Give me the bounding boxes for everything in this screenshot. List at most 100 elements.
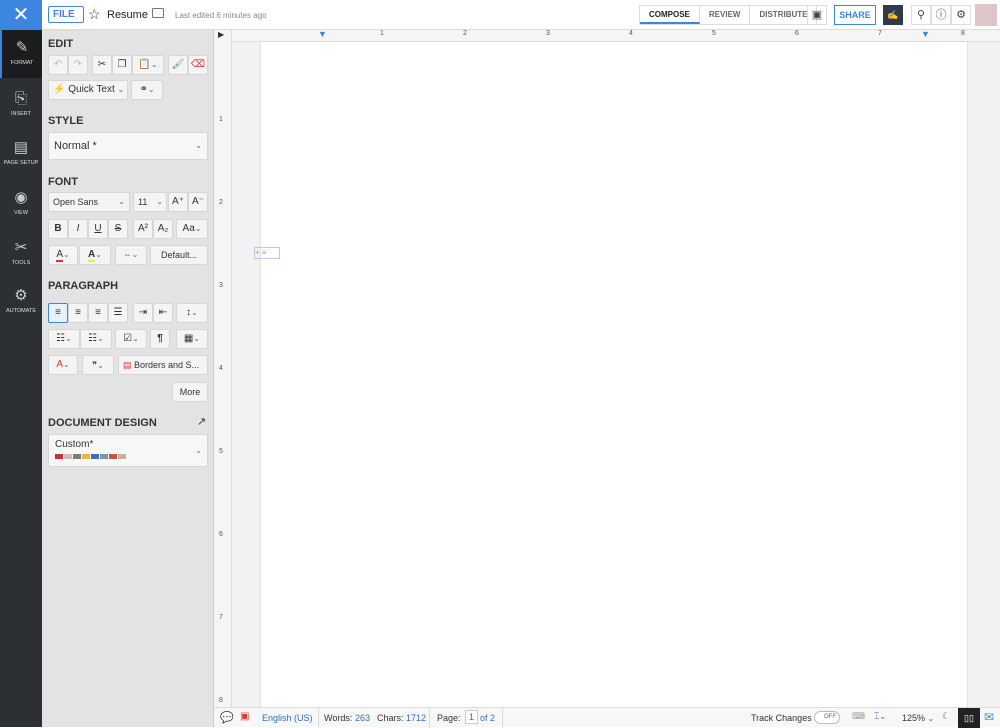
find-user-icon[interactable]: ⚲ — [911, 5, 931, 25]
horizontal-ruler[interactable]: ▼ ▼ 1 2 3 4 5 6 7 8 — [232, 29, 1000, 42]
style-select[interactable]: Normal * ⌄ — [48, 132, 208, 160]
style-heading: STYLE — [48, 115, 84, 127]
redo-button[interactable]: ↷ — [68, 55, 88, 75]
change-case-button[interactable]: Aa⌄ — [176, 219, 208, 239]
mode-tabs: COMPOSE REVIEW DISTRIBUTE — [639, 5, 818, 25]
file-menu-button[interactable]: FILE ⌄ — [48, 6, 84, 34]
ruler-tick-label: 1 — [380, 30, 384, 37]
track-changes-label: Track Changes — [751, 713, 812, 723]
color-swatch — [55, 454, 63, 459]
quote-button[interactable]: ❞⌄ — [82, 355, 114, 375]
table-insert-handles[interactable]: + ≡ — [254, 247, 280, 259]
bullet-list-button[interactable]: ☷⌄ — [48, 329, 80, 349]
indent-button[interactable]: ⇥ — [133, 303, 153, 323]
nav-page-setup[interactable]: ▤ PAGE SETUP — [0, 130, 42, 178]
borders-label: Borders and S... — [134, 360, 200, 370]
info-icon[interactable]: ⓘ — [931, 5, 951, 25]
increase-font-button[interactable]: A⁺ — [168, 192, 188, 212]
format-painter-button[interactable]: 🖌 — [168, 55, 188, 75]
nav-insert[interactable]: ⎘ INSERT — [0, 82, 42, 130]
reading-view-icon[interactable]: ▯▯ — [958, 708, 980, 728]
align-left-button[interactable]: ≡ — [48, 303, 68, 323]
decrease-font-button[interactable]: A⁻ — [188, 192, 208, 212]
font-size-select[interactable]: 11 ⌄ — [133, 192, 167, 212]
text-style-button[interactable]: A⌄ — [48, 355, 78, 375]
external-link-icon[interactable]: ↗ — [197, 415, 206, 428]
pilcrow-button[interactable]: ¶ — [150, 329, 170, 349]
zoom-select[interactable]: 125% ⌄ — [902, 713, 934, 723]
nav-view[interactable]: ◉ VIEW — [0, 180, 42, 228]
line-spacing-button[interactable]: ↕⌄ — [176, 303, 208, 323]
notification-icon[interactable]: ▣ — [240, 711, 249, 722]
default-style-button[interactable]: Default... — [150, 245, 208, 265]
signature-icon[interactable]: ✍ — [883, 5, 903, 25]
outdent-button[interactable]: ⇤ — [153, 303, 173, 323]
undo-button[interactable]: ↶ — [48, 55, 68, 75]
ruler-tick-label: 3 — [219, 282, 223, 289]
ruler-tick-label: 7 — [219, 614, 223, 621]
font-family-select[interactable]: Open Sans ⌄ — [48, 192, 130, 212]
nav-label: VIEW — [13, 210, 29, 216]
page-number-input[interactable]: 1 — [465, 710, 479, 724]
page-fit-icon[interactable]: ⌶⌄ — [874, 711, 886, 722]
ruler-tick-label: 8 — [219, 697, 223, 704]
justify-button[interactable]: ☰ — [108, 303, 128, 323]
edit-heading: EDIT — [48, 38, 74, 50]
superscript-button[interactable]: A² — [133, 219, 153, 239]
quick-text-button[interactable]: ⚡ Quick Text ⌄ — [48, 80, 128, 100]
checklist-button[interactable]: ☑⌄ — [115, 329, 147, 349]
paragraph-heading: PARAGRAPH — [48, 280, 119, 292]
bold-button[interactable]: B — [48, 219, 68, 239]
ruler-toggle-icon[interactable]: ▶ — [218, 30, 224, 39]
right-indent-marker[interactable]: ▼ — [921, 29, 930, 39]
font-heading: FONT — [48, 176, 78, 188]
subscript-button[interactable]: A₂ — [153, 219, 173, 239]
character-spacing-button[interactable]: ⇔⌄ — [115, 245, 147, 265]
highlight-color-button[interactable]: A⌄ — [79, 245, 111, 265]
paragraph-shading-button[interactable]: ▦⌄ — [176, 329, 208, 349]
avatar[interactable] — [975, 4, 997, 26]
star-icon[interactable]: ☆ — [88, 6, 101, 23]
find-replace-button[interactable]: ⚭⌄ — [131, 80, 163, 100]
numbered-list-button[interactable]: ☷⌄ — [80, 329, 112, 349]
left-indent-marker[interactable]: ▼ — [318, 29, 327, 39]
folder-icon[interactable] — [152, 8, 164, 18]
nav-tools[interactable]: ✂ TOOLS — [0, 230, 42, 278]
present-icon[interactable]: ▣ — [807, 5, 827, 25]
nav-format[interactable]: ✎ FORMAT — [0, 30, 42, 78]
track-changes-toggle[interactable]: OFF — [814, 711, 840, 724]
char-count[interactable]: 1712 — [406, 713, 426, 723]
night-mode-icon[interactable]: ☾ — [942, 711, 950, 722]
comment-icon[interactable]: 💬 — [220, 711, 234, 724]
cut-button[interactable]: ✂ — [92, 55, 112, 75]
language-selector[interactable]: English (US) — [262, 713, 313, 723]
document-design-select[interactable]: Custom* ⌄ — [48, 434, 208, 467]
nav-automate[interactable]: ⚙ AUTOMATE — [0, 278, 42, 326]
align-center-button[interactable]: ≡ — [68, 303, 88, 323]
more-button[interactable]: More — [172, 382, 208, 402]
quick-text-label: Quick Text — [68, 84, 115, 95]
tab-review[interactable]: REVIEW — [700, 6, 751, 24]
italic-button[interactable]: I — [68, 219, 88, 239]
align-right-button[interactable]: ≡ — [88, 303, 108, 323]
keyboard-icon[interactable]: ⌨ — [852, 711, 865, 722]
copy-button[interactable]: ❐ — [112, 55, 132, 75]
paragraph-icon[interactable]: ≡ — [262, 248, 267, 257]
word-count[interactable]: 263 — [355, 713, 370, 723]
close-button[interactable]: ✕ — [0, 0, 42, 30]
settings-gear-icon[interactable]: ⚙ — [951, 5, 971, 25]
borders-icon: ▤ — [123, 360, 132, 370]
underline-button[interactable]: U — [88, 219, 108, 239]
font-color-button[interactable]: A⌄ — [48, 245, 78, 265]
divider — [502, 708, 503, 728]
share-button[interactable]: SHARE — [834, 5, 876, 25]
document-title[interactable]: Resume — [107, 9, 148, 21]
tab-compose[interactable]: COMPOSE — [640, 6, 700, 24]
plus-icon[interactable]: + — [255, 248, 260, 257]
document-page[interactable] — [260, 42, 968, 707]
clear-format-button[interactable]: ⌫ — [188, 55, 208, 75]
mail-icon[interactable]: ✉ — [984, 710, 994, 724]
borders-and-shading-button[interactable]: ▤ Borders and S... — [118, 355, 208, 375]
paste-button[interactable]: 📋⌄ — [132, 55, 164, 75]
strikethrough-button[interactable]: S — [108, 219, 128, 239]
